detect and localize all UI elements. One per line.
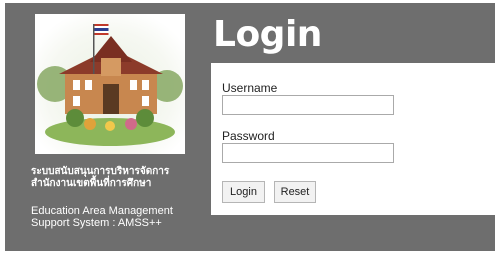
login-panel: ระบบสนับสนุนการบริหารจัดการ สำนักงานเขตพ…: [5, 3, 495, 251]
building-illustration: [35, 14, 185, 154]
page-title: Login: [213, 14, 322, 55]
org-english-line2: Support System : AMSS++: [31, 217, 162, 229]
org-name-thai: ระบบสนับสนุนการบริหารจัดการ สำนักงานเขตพ…: [31, 166, 211, 190]
login-form: Username Password Login Reset: [211, 63, 495, 215]
office-building-image: [35, 14, 185, 154]
org-name-english: Education Area Management Support System…: [31, 205, 211, 229]
org-english-line1: Education Area Management: [31, 205, 173, 217]
password-input[interactable]: [222, 143, 394, 163]
org-thai-line1: ระบบสนับสนุนการบริหารจัดการ: [31, 166, 170, 177]
reset-button[interactable]: Reset: [274, 181, 316, 203]
username-input[interactable]: [222, 95, 394, 115]
username-label: Username: [222, 81, 278, 95]
login-button[interactable]: Login: [222, 181, 265, 203]
org-thai-line2: สำนักงานเขตพื้นที่การศึกษา: [31, 178, 152, 189]
password-label: Password: [222, 129, 275, 143]
